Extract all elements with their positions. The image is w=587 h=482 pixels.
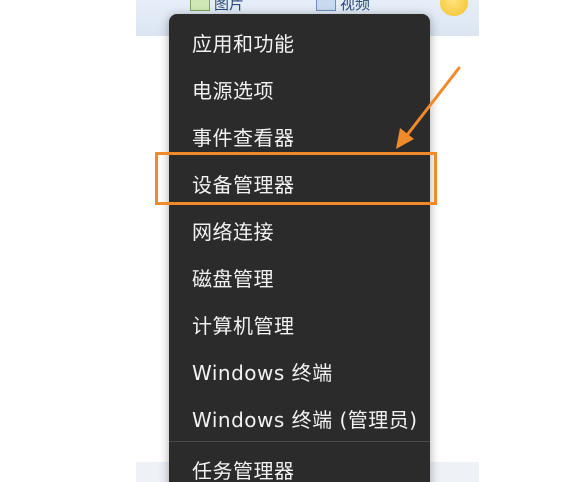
menu-item-disk-management[interactable]: 磁盘管理 — [169, 257, 430, 297]
bg-toolbar-videos: 视频 — [316, 0, 371, 13]
menu-separator — [169, 441, 430, 442]
menu-item-label: 电源选项 — [192, 78, 274, 103]
menu-item-label: Windows 终端 — [192, 360, 333, 385]
image-icon — [190, 0, 210, 11]
bg-toolbar-images-label: 图片 — [214, 0, 245, 13]
menu-item-network-connections[interactable]: 网络连接 — [169, 210, 430, 250]
menu-item-event-viewer[interactable]: 事件查看器 — [169, 116, 430, 156]
menu-item-label: 网络连接 — [192, 219, 274, 244]
bg-toolbar-videos-label: 视频 — [340, 0, 371, 13]
menu-item-windows-terminal-admin[interactable]: Windows 终端 (管理员) — [169, 398, 430, 438]
bg-toolbar-images: 图片 — [190, 0, 245, 13]
menu-item-task-manager[interactable]: 任务管理器 — [169, 449, 430, 482]
highlight-annotation-box — [155, 152, 437, 205]
menu-item-label: 磁盘管理 — [192, 266, 274, 291]
menu-item-label: 任务管理器 — [192, 458, 295, 482]
menu-item-apps-and-features[interactable]: 应用和功能 — [169, 22, 430, 62]
menu-item-windows-terminal[interactable]: Windows 终端 — [169, 351, 430, 391]
menu-item-label: 事件查看器 — [192, 125, 295, 150]
menu-item-label: 计算机管理 — [192, 313, 295, 338]
menu-item-label: Windows 终端 (管理员) — [192, 407, 418, 432]
winx-context-menu: 应用和功能 电源选项 事件查看器 设备管理器 网络连接 磁盘管理 计算机管理 W… — [169, 14, 430, 482]
screen: 图片 视频 应用和功能 电源选项 事件查看器 设备管理器 网络连接 磁盘管理 计… — [0, 0, 587, 482]
menu-item-label: 应用和功能 — [192, 31, 295, 56]
video-icon — [316, 0, 336, 11]
menu-item-computer-management[interactable]: 计算机管理 — [169, 304, 430, 344]
menu-item-power-options[interactable]: 电源选项 — [169, 69, 430, 109]
